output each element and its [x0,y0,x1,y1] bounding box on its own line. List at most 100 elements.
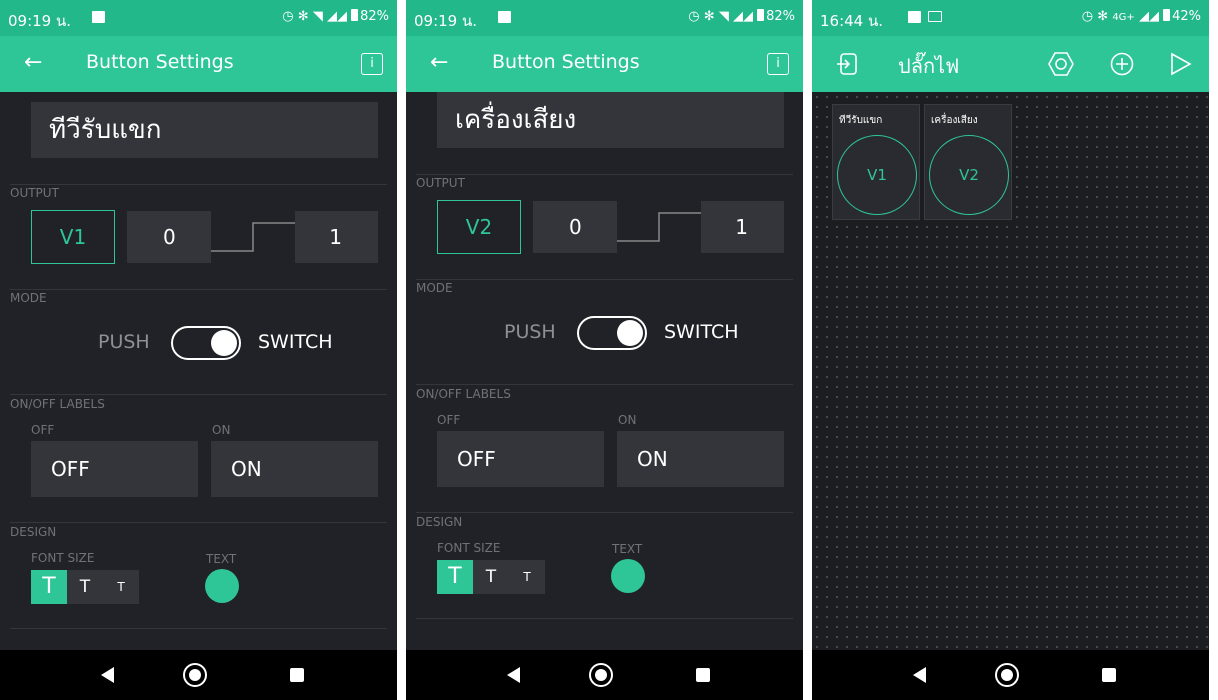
nav-recents-icon[interactable] [696,668,710,682]
nav-home-icon[interactable] [995,663,1019,687]
status-icons: ◷ ✻ ◥ ◢◢ 82% [688,9,795,24]
toggle-knob [617,320,643,346]
info-icon[interactable]: i [361,53,383,75]
mode-toggle[interactable] [171,326,241,360]
info-icon[interactable]: i [767,53,789,75]
battery-icon [1163,9,1171,21]
off-caption: OFF [437,413,461,427]
project-title: ปลั๊กไฟ [898,54,960,78]
off-label-input[interactable]: OFF [437,431,604,487]
nav-back-icon[interactable] [101,667,114,683]
back-arrow-icon[interactable]: ← [24,50,42,75]
text-color-picker[interactable] [611,559,645,593]
nav-back-icon[interactable] [507,667,520,683]
widget-name-input[interactable]: ทีวีรับแขก [31,102,378,158]
gallery-icon [92,11,105,23]
bluetooth-icon: ✻ [703,9,715,24]
font-size-large-button[interactable]: T [31,570,67,604]
nav-recents-icon[interactable] [290,668,304,682]
divider [10,522,387,523]
mode-toggle[interactable] [577,316,647,350]
nav-back-icon[interactable] [913,667,926,683]
text-color-picker[interactable] [205,569,239,603]
alarm-icon: ◷ [282,9,294,24]
output-section-label: OUTPUT [10,186,59,200]
wifi-icon: ◥ [718,9,729,24]
pin-selector[interactable]: V1 [31,210,115,264]
app-bar: ← Button Settings i [0,36,397,92]
gallery-icon [908,11,921,23]
app-bar: ← Button Settings i [406,36,803,92]
signal-icon: ◢◢ [326,9,347,24]
add-widget-icon[interactable] [1110,52,1134,76]
widget-button[interactable]: V1 [837,135,917,215]
widget-name-input[interactable]: เครื่องเสียง [437,92,784,148]
settings-hexagon-icon[interactable] [1048,52,1074,76]
nav-home-icon[interactable] [589,663,613,687]
button-widget-2[interactable]: เครื่องเสียง V2 [924,104,1012,220]
signal-icon: ◢◢ [1138,9,1159,24]
nav-home-icon[interactable] [183,663,207,687]
text-color-label: TEXT [612,542,643,556]
button-widget-1[interactable]: ทีวีรับแขก V1 [832,104,920,220]
widget-label: เครื่องเสียง [931,115,978,126]
widget-label: ทีวีรับแขก [839,115,883,126]
on-caption: ON [212,423,231,437]
on-label-input[interactable]: ON [211,441,378,497]
font-size-small-button[interactable]: T [103,570,139,604]
app-bar: ปลั๊กไฟ [812,36,1209,92]
font-size-label: FONT SIZE [31,551,95,565]
play-icon[interactable] [1170,52,1192,76]
divider [416,384,793,385]
design-section-label: DESIGN [416,515,463,529]
font-size-small-button[interactable]: T [509,560,545,594]
widget-canvas[interactable]: ทีวีรับแขก V1 เครื่องเสียง V2 [812,92,1209,650]
bluetooth-icon: ✻ [1097,9,1109,24]
settings-content: ทีวีรับแขก OUTPUT V1 0 1 MODE PUSH SWITC… [0,92,397,650]
status-bar: 09:19 น. ◷ ✻ ◥ ◢◢ 82% [0,0,397,36]
off-label-input[interactable]: OFF [31,441,198,497]
back-arrow-icon[interactable]: ← [430,50,448,75]
network-type: 4G+ [1112,12,1135,23]
nav-bar [406,650,803,700]
mail-icon [928,11,942,22]
widget-button[interactable]: V2 [929,135,1009,215]
battery-percent: 42% [1172,9,1201,24]
labels-section-label: ON/OFF LABELS [10,397,105,411]
output-high-input[interactable]: 1 [295,211,378,263]
on-label-input[interactable]: ON [617,431,784,487]
status-bar: 16:44 น. ◷ ✻ 4G+ ◢◢ 42% [812,0,1209,36]
toggle-knob [211,330,237,356]
divider [416,279,793,280]
step-graph-icon [211,222,295,252]
battery-percent: 82% [766,9,795,24]
font-size-large-button[interactable]: T [437,560,473,594]
gallery-icon [498,11,511,23]
on-caption: ON [618,413,637,427]
output-low-input[interactable]: 0 [533,201,617,253]
status-time: 09:19 น. [414,12,478,30]
font-size-medium-button[interactable]: T [67,570,103,604]
output-high-input[interactable]: 1 [701,201,784,253]
status-time: 16:44 น. [820,12,884,30]
switch-label: SWITCH [258,331,333,353]
push-label: PUSH [98,331,150,353]
exit-project-icon[interactable] [836,52,858,76]
step-graph-icon [617,212,701,242]
signal-icon: ◢◢ [732,9,753,24]
mode-section-label: MODE [10,291,47,305]
font-size-medium-button[interactable]: T [473,560,509,594]
pin-selector[interactable]: V2 [437,200,521,254]
nav-recents-icon[interactable] [1102,668,1116,682]
switch-label: SWITCH [664,321,739,343]
text-color-label: TEXT [206,552,237,566]
battery-icon [351,9,359,21]
project-canvas-screen: 16:44 น. ◷ ✻ 4G+ ◢◢ 42% ปลั๊กไฟ ทีวีรับแ… [812,0,1209,700]
divider [416,174,793,175]
font-size-label: FONT SIZE [437,541,501,555]
button-settings-screen-1: 09:19 น. ◷ ✻ ◥ ◢◢ 82% ← Button Settings … [0,0,397,700]
battery-percent: 82% [360,9,389,24]
nav-bar [0,650,397,700]
page-title: Button Settings [86,51,234,73]
output-low-input[interactable]: 0 [127,211,211,263]
